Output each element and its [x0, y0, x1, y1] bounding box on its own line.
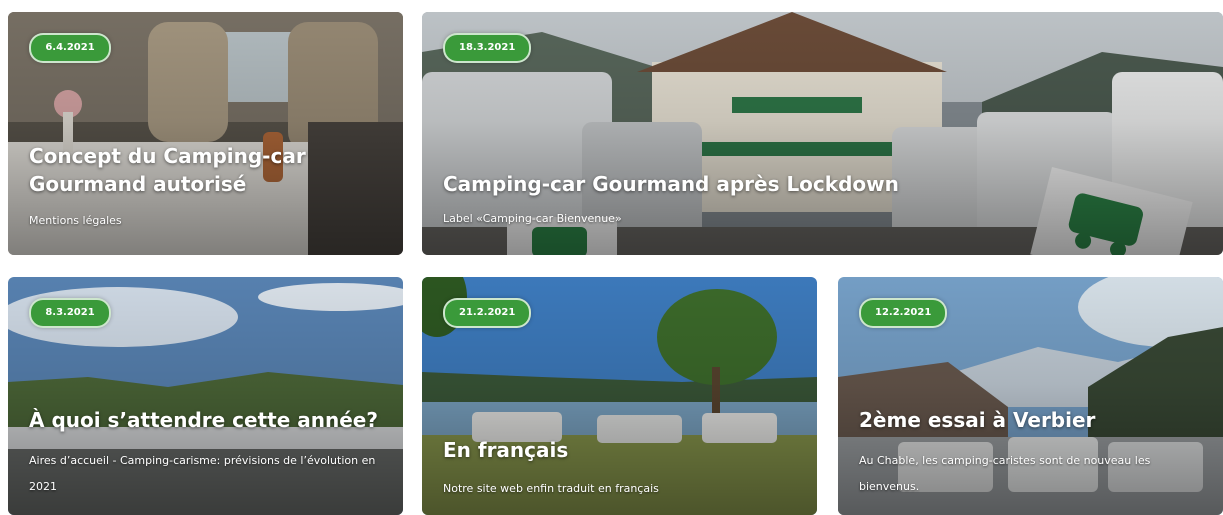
- card-subtitle: Aires d’accueil - Camping-carisme: prévi…: [29, 454, 376, 493]
- date-badge: 21.2.2021: [443, 298, 532, 328]
- date-badge: 6.4.2021: [29, 33, 111, 63]
- news-card-verbier[interactable]: 12.2.2021 2ème essai à Verbier Au Chable…: [838, 277, 1223, 515]
- news-card-this-year[interactable]: 8.3.2021 À quoi s’attendre cette année? …: [8, 277, 403, 515]
- card-title[interactable]: À quoi s’attendre cette année?: [29, 406, 389, 434]
- news-card-french[interactable]: 21.2.2021 En français Notre site web enf…: [422, 277, 817, 515]
- date-badge: 12.2.2021: [859, 298, 948, 328]
- card-subtitle: Mentions légales: [29, 214, 122, 227]
- news-grid: 6.4.2021 Concept du Camping-car Gourmand…: [0, 0, 1223, 515]
- date-badge: 18.3.2021: [443, 33, 532, 63]
- card-title[interactable]: Concept du Camping-car Gourmand autorisé: [29, 142, 389, 198]
- date-badge: 8.3.2021: [29, 298, 111, 328]
- news-card-concept[interactable]: 6.4.2021 Concept du Camping-car Gourmand…: [8, 12, 403, 255]
- card-title[interactable]: En français: [443, 436, 803, 464]
- card-subtitle: Label «Camping-car Bienvenue»: [443, 212, 622, 225]
- news-card-lockdown[interactable]: 18.3.2021 Camping-car Gourmand après Loc…: [422, 12, 1223, 255]
- card-subtitle: Notre site web enfin traduit en français: [443, 482, 659, 495]
- card-title[interactable]: Camping-car Gourmand après Lockdown: [443, 170, 1209, 198]
- card-subtitle: Au Chable, les camping-caristes sont de …: [859, 454, 1151, 493]
- card-title[interactable]: 2ème essai à Verbier: [859, 406, 1209, 434]
